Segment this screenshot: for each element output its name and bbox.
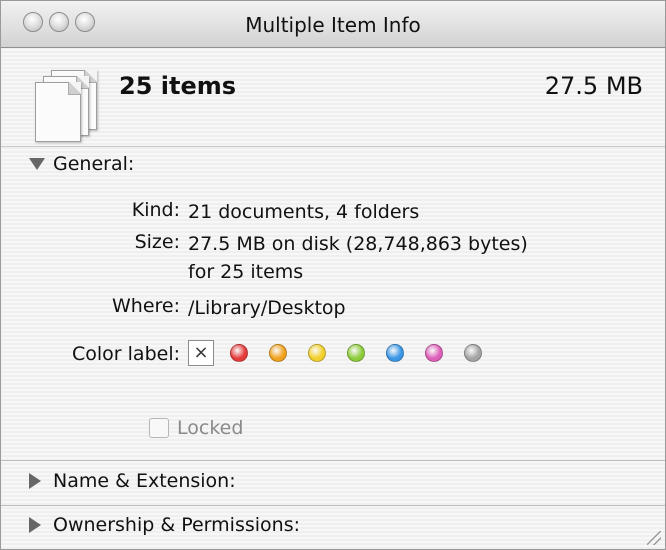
summary-header: 25 items 27.5 MB <box>1 48 665 147</box>
color-label-green[interactable] <box>347 344 365 362</box>
name-extension-heading: Name & Extension: <box>53 470 236 492</box>
locked-label: Locked <box>177 417 244 439</box>
disclosure-triangle-down-icon <box>29 158 45 170</box>
kind-value: 21 documents, 4 folders <box>188 201 420 223</box>
size-value-line2: for 25 items <box>188 261 304 283</box>
disclosure-triangle-right-icon <box>29 473 41 489</box>
color-label-yellow[interactable] <box>308 344 326 362</box>
divider <box>1 505 665 506</box>
size-label: Size: <box>134 231 180 253</box>
ownership-heading: Ownership & Permissions: <box>53 514 300 536</box>
where-label: Where: <box>111 295 180 317</box>
info-window: Multiple Item Info 25 items 27.5 MB Gene… <box>0 0 666 550</box>
locked-checkbox[interactable] <box>149 418 169 438</box>
ownership-section-toggle[interactable]: Ownership & Permissions: <box>29 514 300 536</box>
color-label-red[interactable] <box>230 344 248 362</box>
color-label-blue[interactable] <box>386 344 404 362</box>
general-section-toggle[interactable]: General: <box>29 153 134 175</box>
item-count: 25 items <box>119 72 237 100</box>
color-label-purple[interactable] <box>425 344 443 362</box>
color-label-label: Color label: <box>72 343 180 365</box>
size-value-line1: 27.5 MB on disk (28,748,863 bytes) <box>188 233 528 255</box>
resize-grip[interactable] <box>647 531 661 545</box>
general-heading: General: <box>53 153 135 175</box>
title-bar[interactable]: Multiple Item Info <box>1 1 665 48</box>
color-label-orange[interactable] <box>269 344 287 362</box>
no-color-label-button[interactable]: × <box>188 340 214 366</box>
where-value: /Library/Desktop <box>188 297 346 319</box>
kind-label: Kind: <box>131 199 180 221</box>
divider <box>1 460 665 461</box>
total-size: 27.5 MB <box>544 72 643 100</box>
color-label-gray[interactable] <box>464 344 482 362</box>
name-extension-section-toggle[interactable]: Name & Extension: <box>29 470 236 492</box>
disclosure-triangle-right-icon <box>29 517 41 533</box>
color-label-picker: × <box>188 340 503 366</box>
window-title: Multiple Item Info <box>245 13 421 37</box>
multiple-documents-icon <box>33 70 103 160</box>
locked-checkbox-row[interactable]: Locked <box>149 417 243 439</box>
